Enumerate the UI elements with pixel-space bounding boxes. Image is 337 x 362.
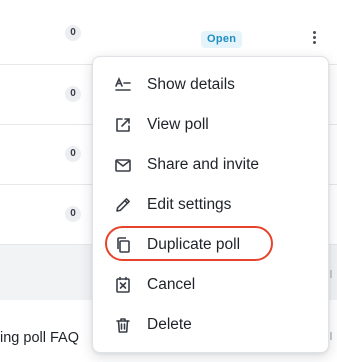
menu-item-duplicate-poll[interactable]: Duplicate poll [93, 227, 328, 263]
pencil-icon [114, 196, 132, 214]
menu-item-delete[interactable]: Delete [93, 307, 328, 343]
poll-actions-menu: Show details View poll Share and invite [92, 56, 329, 353]
text-details-icon [114, 76, 132, 94]
menu-item-label: View poll [147, 116, 209, 133]
external-link-icon [114, 116, 132, 134]
menu-item-label: Duplicate poll [147, 236, 241, 253]
poll-title-partial[interactable]: ing poll FAQ [0, 330, 79, 346]
menu-item-label: Show details [147, 76, 235, 93]
status-badge: Open [201, 31, 243, 48]
response-count-badge: 0 [65, 25, 81, 41]
scrollbar-mark [330, 332, 332, 340]
scrollbar-mark [330, 270, 332, 278]
menu-item-edit-settings[interactable]: Edit settings [93, 187, 328, 223]
response-count-badge: 0 [65, 86, 81, 102]
menu-item-share-and-invite[interactable]: Share and invite [93, 147, 328, 183]
response-count-badge: 0 [65, 206, 81, 222]
menu-item-label: Edit settings [147, 196, 232, 213]
copy-icon [114, 236, 132, 254]
response-count-badge: 0 [65, 146, 81, 162]
envelope-icon [114, 156, 132, 174]
menu-item-label: Share and invite [147, 156, 260, 173]
cancel-box-icon [114, 276, 132, 294]
trash-icon [114, 316, 132, 334]
menu-item-label: Cancel [147, 276, 196, 293]
menu-item-show-details[interactable]: Show details [93, 67, 328, 103]
menu-item-label: Delete [147, 316, 192, 333]
menu-item-cancel[interactable]: Cancel [93, 267, 328, 303]
polls-table-with-actions-menu: 0 Open 0 0 0 ing poll FAQ Show details V… [0, 0, 337, 362]
menu-item-view-poll[interactable]: View poll [93, 107, 328, 143]
more-actions-icon[interactable] [307, 29, 321, 49]
